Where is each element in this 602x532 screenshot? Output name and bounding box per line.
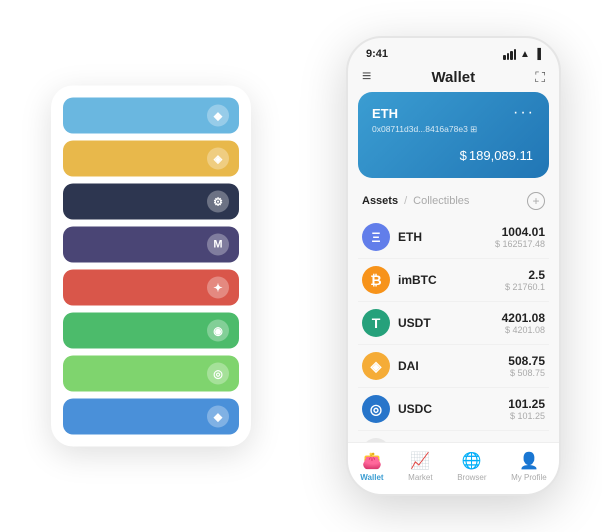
assets-header: Assets / Collectibles + (348, 188, 559, 216)
add-asset-button[interactable]: + (527, 192, 545, 210)
asset-row[interactable]: Ξ ETH1004.01$ 162517.48 (358, 216, 549, 259)
status-icons: ▲ ▐ (503, 49, 541, 60)
card-stack: ◆ ◈ ⚙ M ✦ ◉ ◎ ◆ (51, 86, 251, 447)
card-item[interactable]: ◈ (63, 141, 239, 177)
card-item[interactable]: ⚙ (63, 184, 239, 220)
phone: 9:41 ▲ ▐ ≡ Wallet ⛶ ETH ··· (346, 36, 561, 496)
tab-collectibles[interactable]: Collectibles (413, 195, 469, 207)
scene: ◆ ◈ ⚙ M ✦ ◉ ◎ ◆ 9:41 ▲ ▐ ≡ Wallet ⛶ (21, 16, 581, 516)
card-item[interactable]: ◉ (63, 313, 239, 349)
card-item-icon: M (207, 234, 229, 256)
tab-assets[interactable]: Assets (362, 195, 398, 207)
tab-divider: / (404, 195, 407, 207)
asset-row[interactable]: ◎ USDC101.25$ 101.25 (358, 388, 549, 431)
phone-header: ≡ Wallet ⛶ (348, 64, 559, 92)
assets-tabs: Assets / Collectibles (362, 195, 469, 207)
eth-card-menu[interactable]: ··· (513, 104, 535, 122)
eth-balance-value: 189,089.11 (469, 148, 533, 163)
asset-amount: 508.75 (508, 354, 545, 368)
asset-amounts: 4201.08$ 4201.08 (502, 311, 545, 335)
wifi-icon: ▲ (520, 49, 530, 60)
status-bar: 9:41 ▲ ▐ (348, 38, 559, 64)
eth-balance: $189,089.11 (372, 143, 535, 166)
card-item[interactable]: ◆ (63, 98, 239, 134)
asset-row[interactable]: ₿ imBTC2.5$ 21760.1 (358, 259, 549, 302)
asset-amount: 2.5 (505, 268, 545, 282)
card-item[interactable]: ◎ (63, 356, 239, 392)
asset-list: Ξ ETH1004.01$ 162517.48 ₿ imBTC2.5$ 21760.1… (348, 216, 559, 442)
asset-name: USDT (398, 316, 502, 330)
time-label: 9:41 (366, 48, 388, 60)
nav-item-wallet[interactable]: 👛 Wallet (360, 451, 383, 482)
asset-usd: $ 508.75 (508, 368, 545, 378)
bottom-nav: 👛 Wallet 📈 Market 🌐 Browser 👤 My Profile (348, 442, 559, 494)
nav-item-market[interactable]: 📈 Market (408, 451, 432, 482)
nav-icon: 👤 (519, 451, 539, 471)
nav-icon: 📈 (410, 451, 430, 471)
asset-usd: $ 162517.48 (495, 239, 545, 249)
asset-usd: $ 21760.1 (505, 282, 545, 292)
asset-usd: $ 4201.08 (502, 325, 545, 335)
asset-icon: T (362, 309, 390, 337)
page-title: Wallet (431, 69, 475, 86)
eth-card-label: ETH (372, 106, 398, 121)
card-item[interactable]: M (63, 227, 239, 263)
card-item-icon: ◆ (207, 406, 229, 428)
asset-amount: 101.25 (508, 397, 545, 411)
nav-item-my-profile[interactable]: 👤 My Profile (511, 451, 547, 482)
nav-label: Market (408, 473, 432, 482)
asset-icon: ₿ (362, 266, 390, 294)
nav-icon: 🌐 (462, 451, 482, 471)
asset-icon: ◎ (362, 395, 390, 423)
card-item-icon: ⚙ (207, 191, 229, 213)
asset-usd: $ 101.25 (508, 411, 545, 421)
card-item-icon: ◈ (207, 148, 229, 170)
asset-amounts: 508.75$ 508.75 (508, 354, 545, 378)
eth-balance-symbol: $ (460, 148, 467, 163)
asset-row[interactable]: 🦋TFT130 (358, 431, 549, 442)
nav-label: Wallet (360, 473, 383, 482)
asset-amounts: 2.5$ 21760.1 (505, 268, 545, 292)
asset-name: DAI (398, 359, 508, 373)
card-item-icon: ◎ (207, 363, 229, 385)
eth-address: 0x08711d3d...8416a78e3 ⊞ (372, 124, 535, 135)
menu-icon[interactable]: ≡ (362, 68, 371, 86)
nav-label: My Profile (511, 473, 547, 482)
nav-label: Browser (457, 473, 486, 482)
card-item-icon: ◉ (207, 320, 229, 342)
asset-row[interactable]: T USDT4201.08$ 4201.08 (358, 302, 549, 345)
card-item[interactable]: ✦ (63, 270, 239, 306)
asset-amounts: 1004.01$ 162517.48 (495, 225, 545, 249)
signal-icon (503, 49, 516, 60)
expand-icon[interactable]: ⛶ (535, 69, 545, 86)
card-item-icon: ◆ (207, 105, 229, 127)
asset-amount: 1004.01 (495, 225, 545, 239)
asset-amounts: 101.25$ 101.25 (508, 397, 545, 421)
battery-icon: ▐ (534, 49, 541, 60)
nav-icon: 👛 (362, 451, 382, 471)
asset-amount: 4201.08 (502, 311, 545, 325)
asset-name: imBTC (398, 273, 505, 287)
card-item[interactable]: ◆ (63, 399, 239, 435)
card-item-icon: ✦ (207, 277, 229, 299)
asset-icon: ◈ (362, 352, 390, 380)
nav-item-browser[interactable]: 🌐 Browser (457, 451, 486, 482)
asset-name: USDC (398, 402, 508, 416)
eth-card[interactable]: ETH ··· 0x08711d3d...8416a78e3 ⊞ $189,08… (358, 92, 549, 178)
asset-icon: Ξ (362, 223, 390, 251)
asset-name: ETH (398, 230, 495, 244)
asset-row[interactable]: ◈ DAI508.75$ 508.75 (358, 345, 549, 388)
